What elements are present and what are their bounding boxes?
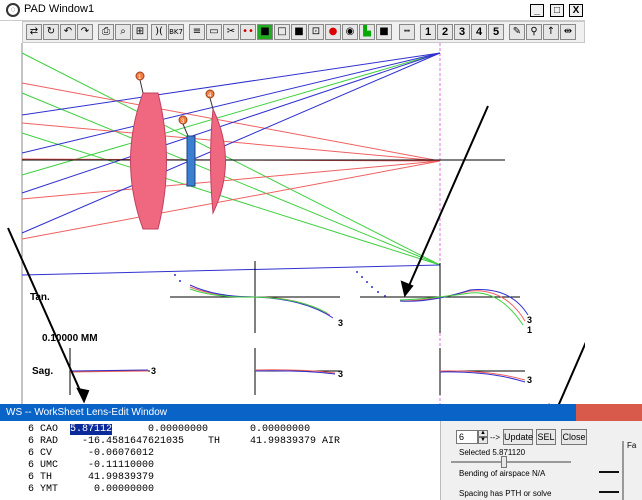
lens-element-2 [186,135,196,187]
sag-fan-left [69,348,150,395]
worksheet-window: WS -- WorkSheet Lens-Edit Window 6 CAO 5… [0,404,642,500]
number-button-3[interactable]: 3 [454,24,470,40]
glass-label: BK7 [169,28,183,36]
print-icon[interactable]: ⎙ [98,24,114,40]
fast-slider-track[interactable] [622,441,624,500]
pencil-icon[interactable]: ✎ [509,24,525,40]
filled-square-icon[interactable]: ■ [291,24,307,40]
lens-element-1 [130,92,167,230]
worksheet-control-panel: 6 ▲ ▼ --> Update SEL Close Selected 5.87… [440,421,642,500]
refresh-icon[interactable]: ↻ [43,24,59,40]
spin-up-icon[interactable]: ▲ [478,430,488,437]
ws-line-ymt: 6 YMT 0.00000000 [28,484,155,495]
dots-icon[interactable]: •• [240,24,256,40]
record-icon[interactable]: ● [325,24,341,40]
lens-shape-icon[interactable]: ▭ [206,24,222,40]
color-chart-icon[interactable]: ▙ [359,24,375,40]
grid-icon[interactable]: ⊞ [132,24,148,40]
white-square-icon[interactable]: □ [274,24,290,40]
minimize-button[interactable]: _ [530,4,544,17]
surface-number-input[interactable]: 6 [456,430,478,444]
scale-label: 0.10000 MM [42,333,98,344]
number-button-2[interactable]: 2 [437,24,453,40]
tan-right-field-label-bottom: 1 [527,325,532,335]
number-button-1[interactable]: 1 [420,24,436,40]
sag-center-field-label: 3 [338,369,343,379]
tan-label: Tan. [30,292,50,303]
sag-label: Sag. [32,366,54,377]
spin-down-icon[interactable]: ▼ [478,437,488,444]
sag-fan-right [439,348,526,395]
worksheet-close-area[interactable] [576,404,642,421]
undo-icon[interactable]: ↶ [60,24,76,40]
selected-readout: Selected 5.871120 [459,448,526,457]
swap-arrows-icon[interactable]: ⇄ [26,24,42,40]
worksheet-title-bar[interactable]: WS -- WorkSheet Lens-Edit Window [0,404,642,421]
worksheet-text-area[interactable]: 6 CAO 5.87112 0.00000000 0.00000000 6 RA… [0,421,440,500]
bending-slider-track[interactable] [451,461,571,463]
table-icon[interactable]: ≡ [189,24,205,40]
ws-line-cv: 6 CV -0.06076012 [28,448,155,459]
app-icon: ◌ [6,3,20,17]
lens-drawing-canvas: 1 3 4 3 3 1 3 3 3 [7,43,585,404]
sag-left-field-label: 3 [151,366,156,376]
zoom-icon[interactable]: ⌕ [115,24,131,40]
selected-value[interactable]: 5.87112 [70,424,113,435]
blue-ray-bundle [21,52,441,276]
expand-arrows-icon[interactable]: ⇹ [560,24,576,40]
ruler-icon[interactable]: ┅ [399,24,415,40]
sel-button[interactable]: SEL [536,429,556,445]
tan-center-field-label: 3 [338,318,343,328]
bending-indicator [599,471,619,473]
pad-toolbar: ⇄ ↻ ↶ ↷ ⎙ ⌕ ⊞ )( BK7 ≡ ▭ ✂ •• ■ □ ■ ⊡ ● … [22,21,585,43]
fill-square-icon[interactable]: ■ [376,24,392,40]
tan-right-field-label-top: 3 [527,315,532,325]
lens-element-3 [210,107,226,215]
close-button[interactable]: X [569,4,583,17]
update-button[interactable]: Update [503,429,533,445]
sag-fan-center [254,348,340,395]
pad-right-area [585,20,642,404]
glass-bk7-button[interactable]: BK7 [168,24,184,40]
circle-icon[interactable]: ◉ [342,24,358,40]
pad-window: ◌ PAD Window1 _ □ X ⇄ ↻ ↶ ↷ ⎙ ⌕ ⊞ )( BK7… [0,0,642,404]
bending-slider-thumb[interactable] [501,456,507,468]
spacing-indicator [599,491,619,493]
worksheet-title: WS -- WorkSheet Lens-Edit Window [6,407,167,418]
ws-line-umc: 6 UMC -0.11110000 [28,460,155,471]
up-arrow-icon[interactable]: ↑ [543,24,559,40]
maximize-button[interactable]: □ [550,4,564,17]
sag-right-field-label: 3 [527,375,532,385]
fast-label: Fa [627,441,637,450]
ws-line-th: 6 TH 41.99839379 [28,472,155,483]
pad-title-bar[interactable]: ◌ PAD Window1 _ □ X [0,0,585,21]
ws-line-rad: 6 RAD -16.4581647621035 TH 41.99839379 A… [28,436,341,447]
tan-fan-right [360,263,529,333]
number-button-4[interactable]: 4 [471,24,487,40]
lens-profile-icon[interactable]: )( [151,24,167,40]
number-button-5[interactable]: 5 [488,24,504,40]
bending-label: Bending of airspace N/A [459,469,546,478]
redo-icon[interactable]: ↷ [77,24,93,40]
spacing-label: Spacing has PTH or solve [459,489,552,498]
dashed-square-icon[interactable]: ⊡ [308,24,324,40]
pin-icon[interactable]: ⚲ [526,24,542,40]
arrow-label: --> [490,433,500,442]
ws-line-cao: 6 CAO 5.87112 0.00000000 0.00000000 [28,424,311,435]
close-worksheet-button[interactable]: Close [561,429,587,445]
scissors-icon[interactable]: ✂ [223,24,239,40]
annotation-arrows [7,105,585,404]
red-ray-bundle [21,82,441,240]
black-square-icon[interactable]: ■ [257,24,273,40]
pad-window-title: PAD Window1 [24,3,95,15]
tan-fan-center [170,261,340,333]
